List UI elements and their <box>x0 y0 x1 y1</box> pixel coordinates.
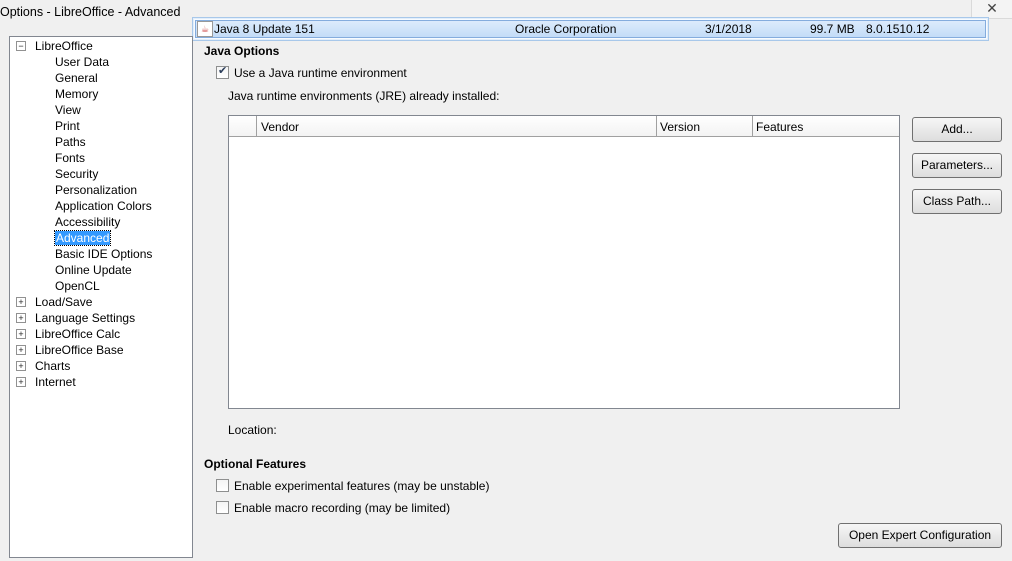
jre-table[interactable]: Vendor Version Features <box>228 115 900 409</box>
tree-item-personalization[interactable]: Personalization <box>55 182 137 198</box>
column-vendor[interactable]: Vendor <box>261 120 299 134</box>
expand-icon[interactable]: + <box>16 345 26 355</box>
expand-icon[interactable]: + <box>16 297 26 307</box>
experimental-features-checkbox[interactable] <box>216 479 229 492</box>
tree-item-internet[interactable]: Internet <box>35 374 76 390</box>
optional-features-title: Optional Features <box>204 457 307 471</box>
expand-icon[interactable]: + <box>16 377 26 387</box>
tree-item-libreoffice[interactable]: LibreOffice <box>35 38 93 54</box>
tree-item-view[interactable]: View <box>55 102 81 118</box>
close-icon: ✕ <box>986 0 998 16</box>
tree-item-user-data[interactable]: User Data <box>55 54 109 70</box>
jre-vendor: Oracle Corporation <box>515 22 617 36</box>
jre-version: 8.0.1510.12 <box>866 22 930 36</box>
expand-icon[interactable]: + <box>16 313 26 323</box>
jre-date: 3/1/2018 <box>705 22 752 36</box>
window-title: Options - LibreOffice - Advanced <box>0 5 181 19</box>
parameters-button[interactable]: Parameters... <box>912 153 1002 178</box>
column-features[interactable]: Features <box>756 120 803 134</box>
tree-item-print[interactable]: Print <box>55 118 80 134</box>
tree-item-application-colors[interactable]: Application Colors <box>55 198 152 214</box>
column-separator <box>656 116 657 136</box>
tree-item-libreoffice-base[interactable]: LibreOffice Base <box>35 342 124 358</box>
tree-item-charts[interactable]: Charts <box>35 358 70 374</box>
jre-table-header: Vendor Version Features <box>229 116 899 137</box>
tree-item-language-settings[interactable]: Language Settings <box>35 310 135 326</box>
tree-item-load-save[interactable]: Load/Save <box>35 294 92 310</box>
tree-item-paths[interactable]: Paths <box>55 134 86 150</box>
tree-item-fonts[interactable]: Fonts <box>55 150 85 166</box>
tree-item-advanced[interactable]: Advanced <box>53 230 112 246</box>
class-path-button[interactable]: Class Path... <box>912 189 1002 214</box>
java-options-title: Java Options <box>204 44 280 58</box>
column-separator <box>752 116 753 136</box>
tree-item-libreoffice-calc[interactable]: LibreOffice Calc <box>35 326 120 342</box>
location-label: Location: <box>228 423 277 437</box>
expand-icon[interactable]: + <box>16 329 26 339</box>
column-separator <box>256 116 257 136</box>
jre-popup-row[interactable]: ☕ Java 8 Update 151 Oracle Corporation 3… <box>192 17 989 41</box>
tree-item-accessibility[interactable]: Accessibility <box>55 214 120 230</box>
open-expert-configuration-button[interactable]: Open Expert Configuration <box>838 523 1002 548</box>
java-icon: ☕ <box>197 21 213 37</box>
use-jre-checkbox[interactable] <box>216 64 229 79</box>
tree-item-security[interactable]: Security <box>55 166 98 182</box>
expand-icon[interactable]: + <box>16 361 26 371</box>
experimental-features-label: Enable experimental features (may be uns… <box>234 479 490 493</box>
tree-item-memory[interactable]: Memory <box>55 86 98 102</box>
installed-jre-label: Java runtime environments (JRE) already … <box>228 89 500 103</box>
jre-name: Java 8 Update 151 <box>214 22 315 36</box>
jre-size: 99.7 MB <box>810 22 855 36</box>
collapse-icon[interactable]: − <box>16 41 26 51</box>
add-button[interactable]: Add... <box>912 117 1002 142</box>
options-tree[interactable]: − LibreOffice User Data General Memory V… <box>9 36 193 558</box>
tree-item-online-update[interactable]: Online Update <box>55 262 132 278</box>
tree-item-opencl[interactable]: OpenCL <box>55 278 100 294</box>
macro-recording-label: Enable macro recording (may be limited) <box>234 501 451 515</box>
column-version[interactable]: Version <box>660 120 700 134</box>
tree-item-basic-ide-options[interactable]: Basic IDE Options <box>55 246 152 262</box>
tree-item-general[interactable]: General <box>55 70 98 86</box>
macro-recording-checkbox[interactable] <box>216 501 229 514</box>
use-jre-label: Use a Java runtime environment <box>234 66 407 80</box>
